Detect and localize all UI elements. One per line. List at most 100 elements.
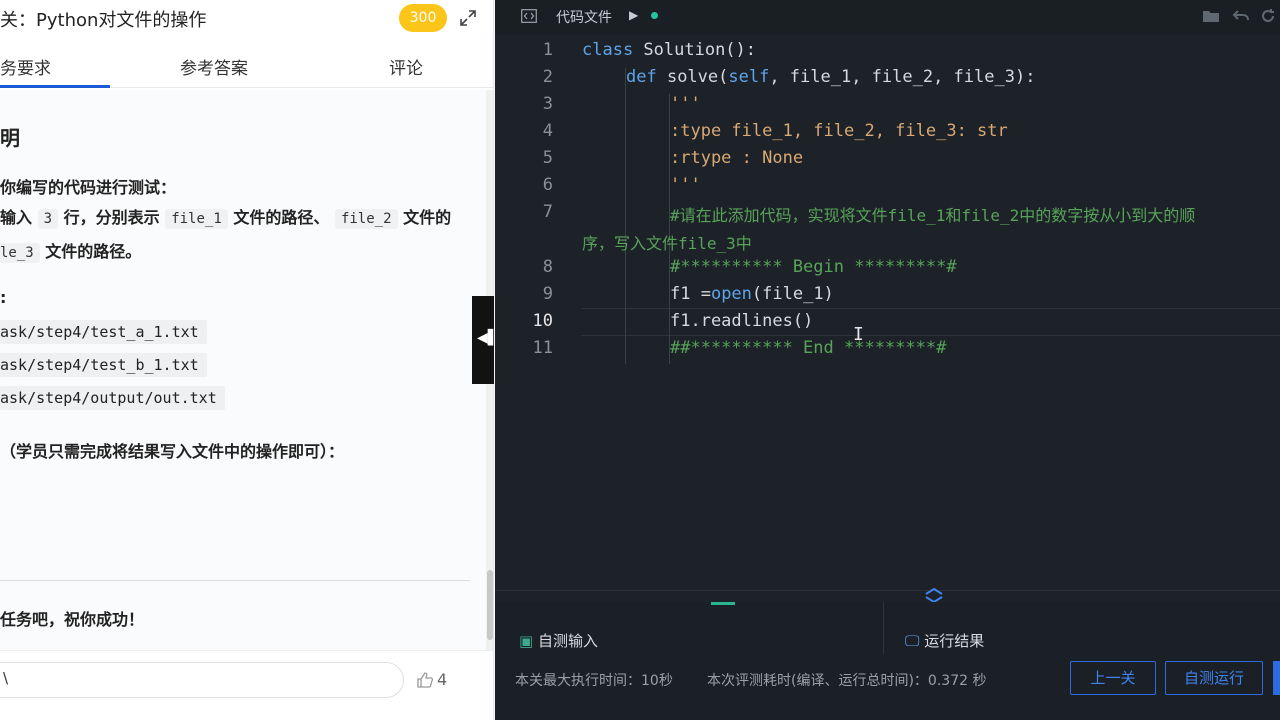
status-bar: 本关最大执行时间：10秒 本次评测耗时(编译、运行总时间)：0.372 秒 上一… <box>495 654 1280 720</box>
indent-guide <box>625 68 626 364</box>
section-heading: 明 <box>0 126 20 150</box>
good-luck-text: 任务吧，祝你成功！ <box>0 610 145 629</box>
code-line-10: f1.readlines() <box>670 311 814 331</box>
text-cursor-icon: I <box>853 324 864 345</box>
line-number: 4 <box>542 121 553 141</box>
expand-icon[interactable] <box>458 8 478 28</box>
active-tab-indicator <box>0 85 110 88</box>
text-fragment: 文件的路径、 <box>233 208 330 227</box>
code-line-4: :type file_1, file_2, file_3: str <box>670 121 1008 141</box>
tab-label: 运行结果 <box>924 632 985 650</box>
page-title: 关：Python对文件的操作 <box>0 10 207 31</box>
previous-level-button[interactable]: 上一关 <box>1070 661 1156 695</box>
code-text: (file_1) <box>751 284 834 304</box>
code-line-6: ''' <box>670 175 701 195</box>
code-line-7-wrap: 序，写入文件file_3中 <box>582 234 752 253</box>
output-note: （学员只需完成将结果写入文件中的操作即可）： <box>0 442 345 461</box>
file-tab[interactable]: 代码文件 ▶ <box>503 0 693 34</box>
line-number: 2 <box>542 67 553 87</box>
text-fragment: 输入 <box>0 208 33 227</box>
path-test-b: ask/step4/test_b_1.txt <box>0 353 207 377</box>
monitor-icon: 🖵 <box>905 632 920 650</box>
inline-code: file_1 <box>165 209 228 229</box>
code-line-7: #请在此添加代码，实现将文件file_1和file_2中的数字按从小到大的顺 <box>670 206 1196 225</box>
evaluation-time: 本次评测耗时(编译、运行总时间)：0.372 秒 <box>707 673 987 689</box>
text-fragment: 文件的 <box>403 208 452 227</box>
active-panel-indicator <box>711 602 735 605</box>
builtin-function: open <box>710 284 752 304</box>
panel-splitter[interactable] <box>495 588 1280 602</box>
line-number: 3 <box>542 94 553 114</box>
submit-button-edge[interactable] <box>1273 661 1280 695</box>
collapse-left-icon: ◀▌ <box>477 330 499 346</box>
tab-label: 自测输入 <box>537 632 598 650</box>
collapse-panel-button[interactable]: ◀▌ <box>472 296 499 384</box>
code-line-3: ''' <box>670 94 701 114</box>
inline-code: le_3 <box>0 243 40 263</box>
code-file-icon <box>521 9 537 23</box>
self-test-input-tab[interactable]: ▣ 自测输入 <box>519 630 598 651</box>
run-result-tab[interactable]: 🖵 运行结果 <box>905 630 984 651</box>
like-count: 4 <box>437 670 448 689</box>
path-output: ask/step4/output/out.txt <box>0 386 225 410</box>
line-number-active: 10 <box>532 311 553 331</box>
code-text: Solution(): <box>633 40 757 60</box>
inline-code: file_2 <box>334 209 398 229</box>
bottom-panels: ▣ 自测输入 🖵 运行结果 本关最大执行时间：10秒 本次评测耗时(编译、运行总… <box>495 602 1280 720</box>
input-description-cont: le_3 文件的路径。 <box>0 238 141 263</box>
comment-input[interactable]: \ <box>0 662 404 698</box>
path-test-a: ask/step4/test_a_1.txt <box>0 320 207 344</box>
task-description: 明 你编写的代码进行测试： 输入 3 行，分别表示 file_1 文件的路径、 … <box>0 90 486 650</box>
inline-code: 3 <box>37 209 59 229</box>
line-number: 6 <box>542 175 553 195</box>
max-execution-time: 本关最大执行时间：10秒 <box>515 673 673 689</box>
self-test-run-button[interactable]: 自测运行 <box>1165 661 1263 695</box>
code-line-5: :rtype : None <box>670 148 804 168</box>
comment-bar: \ 4 <box>0 650 493 710</box>
code-line-1: class Solution(): <box>582 40 756 60</box>
task-panel: 关：Python对文件的操作 300 务要求 参考答案 评论 明 你编写的代码进… <box>0 0 494 720</box>
line-number: 9 <box>542 284 553 304</box>
line-number: 7 <box>542 202 553 222</box>
tab-comments[interactable]: 评论 <box>389 54 423 79</box>
score-badge: 300 <box>399 4 447 32</box>
reset-icon[interactable] <box>1259 7 1277 25</box>
caret-right-icon: ▶ <box>629 8 639 22</box>
undo-icon[interactable] <box>1232 7 1250 25</box>
self-keyword: self <box>728 67 770 87</box>
code-line-9: f1 =open(file_1) <box>670 284 834 304</box>
line-number: 1 <box>542 40 553 60</box>
unsaved-dot-icon <box>651 12 658 19</box>
keyword: def <box>626 67 657 87</box>
test-instructions: 你编写的代码进行测试： <box>0 178 177 197</box>
code-editor[interactable]: 1 2 3 4 5 6 7 8 9 10 11 class Solution()… <box>495 34 1280 590</box>
keyword: class <box>582 40 634 60</box>
line-number: 8 <box>542 257 553 277</box>
line-number: 5 <box>542 148 553 168</box>
folder-icon[interactable] <box>1202 7 1220 25</box>
input-panel-icon: ▣ <box>519 632 534 650</box>
code-line-2: def solve(self, file_1, file_2, file_3): <box>626 67 1035 87</box>
code-text: , file_1, file_2, file_3): <box>769 67 1036 87</box>
code-text: solve( <box>656 67 729 87</box>
divider <box>0 580 470 581</box>
thumbs-up-icon[interactable] <box>416 671 434 689</box>
scroll-thumb[interactable] <box>487 570 493 640</box>
tab-task-requirements[interactable]: 务要求 <box>0 54 51 79</box>
line-number: 11 <box>532 338 553 358</box>
input-description: 输入 3 行，分别表示 file_1 文件的路径、 file_2 文件的 <box>0 204 451 229</box>
text-fragment: 文件的路径。 <box>45 242 142 261</box>
text-fragment: 行，分别表示 <box>63 208 160 227</box>
code-line-11: ##********** End *********# <box>670 338 947 358</box>
resize-handle-icon[interactable] <box>923 588 945 602</box>
file-tab-label: 代码文件 <box>556 10 612 26</box>
code-editor-panel: 代码文件 ▶ 1 2 3 4 5 6 7 8 9 10 11 class Sol… <box>495 0 1280 720</box>
title-bar: 关：Python对文件的操作 300 <box>0 0 493 38</box>
code-line-8: #********** Begin *********# <box>670 257 957 277</box>
tab-reference-answer[interactable]: 参考答案 <box>180 54 248 79</box>
code-text: f1 = <box>670 284 711 304</box>
panel-separator <box>883 602 884 654</box>
label-colon: : <box>0 288 7 307</box>
editor-tabbar: 代码文件 ▶ <box>495 0 1280 34</box>
task-tabs: 务要求 参考答案 评论 <box>0 44 493 88</box>
